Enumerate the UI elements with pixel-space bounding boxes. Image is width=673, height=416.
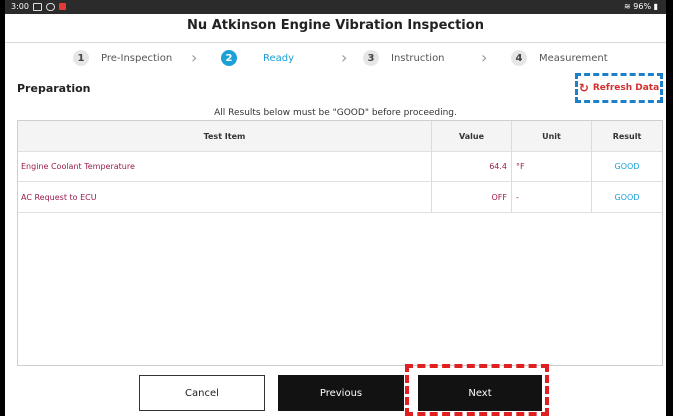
- row-test-item: AC Request to ECU: [18, 182, 432, 212]
- table-row: AC Request to ECU OFF - GOOD: [18, 182, 662, 213]
- wifi-icon: ≋: [624, 2, 631, 11]
- cancel-button[interactable]: Cancel: [139, 375, 265, 411]
- next-button[interactable]: Next: [418, 375, 542, 411]
- header-result: Result: [612, 131, 642, 141]
- step-indicator: 1 Pre-Inspection › 2 Ready › 3 Instructi…: [5, 48, 666, 70]
- step-number: 2: [221, 50, 237, 66]
- chevron-right-icon: ›: [481, 48, 488, 67]
- step-ready[interactable]: 2 Ready: [221, 50, 294, 66]
- instruction-notice: All Results below must be "GOOD" before …: [214, 108, 457, 118]
- gallery-icon: [32, 2, 42, 11]
- headset-icon: [45, 2, 55, 11]
- battery-level: 96%: [633, 2, 652, 11]
- step-label: Ready: [263, 52, 295, 64]
- refresh-data-button[interactable]: ↻ Refresh Data: [575, 73, 663, 103]
- step-measurement[interactable]: 4 Measurement: [511, 50, 608, 66]
- step-label: Measurement: [539, 52, 608, 64]
- step-number: 4: [511, 50, 527, 66]
- table-row: Engine Coolant Temperature 64.4 °F GOOD: [18, 151, 662, 182]
- table-header-row: Test Item Value Unit Result: [18, 121, 662, 152]
- status-time: 3:00: [11, 2, 29, 11]
- step-number: 3: [363, 50, 379, 66]
- step-label: Instruction: [391, 52, 445, 64]
- app-window: 3:00 ≋ 96% ▮ Nu Atkinson Engine Vibratio…: [5, 0, 666, 416]
- step-pre-inspection[interactable]: 1 Pre-Inspection: [73, 50, 172, 66]
- status-bar: 3:00 ≋ 96% ▮: [5, 0, 666, 14]
- refresh-icon: ↻: [578, 81, 589, 95]
- row-unit: -: [512, 182, 592, 212]
- header-unit: Unit: [512, 121, 592, 151]
- row-test-item: Engine Coolant Temperature: [18, 151, 432, 181]
- row-result: GOOD: [614, 192, 640, 202]
- row-value: OFF: [432, 182, 512, 212]
- refresh-label: Refresh Data: [592, 83, 660, 93]
- row-result: GOOD: [614, 161, 640, 171]
- page-title: Nu Atkinson Engine Vibration Inspection: [187, 18, 484, 33]
- row-unit: °F: [512, 151, 592, 181]
- step-number: 1: [73, 50, 89, 66]
- section-title: Preparation: [17, 82, 91, 95]
- results-table: Test Item Value Unit Result Engine Coola…: [17, 120, 663, 366]
- header-test-item: Test Item: [18, 121, 432, 151]
- battery-icon: ▮: [653, 2, 658, 11]
- header-value: Value: [432, 121, 512, 151]
- chevron-right-icon: ›: [191, 48, 198, 67]
- app-notification-icon: [58, 3, 66, 10]
- previous-button[interactable]: Previous: [278, 375, 404, 411]
- step-instruction[interactable]: 3 Instruction: [363, 50, 445, 66]
- divider: [5, 42, 666, 43]
- step-label: Pre-Inspection: [101, 52, 173, 64]
- chevron-right-icon: ›: [341, 48, 348, 67]
- row-value: 64.4: [432, 151, 512, 181]
